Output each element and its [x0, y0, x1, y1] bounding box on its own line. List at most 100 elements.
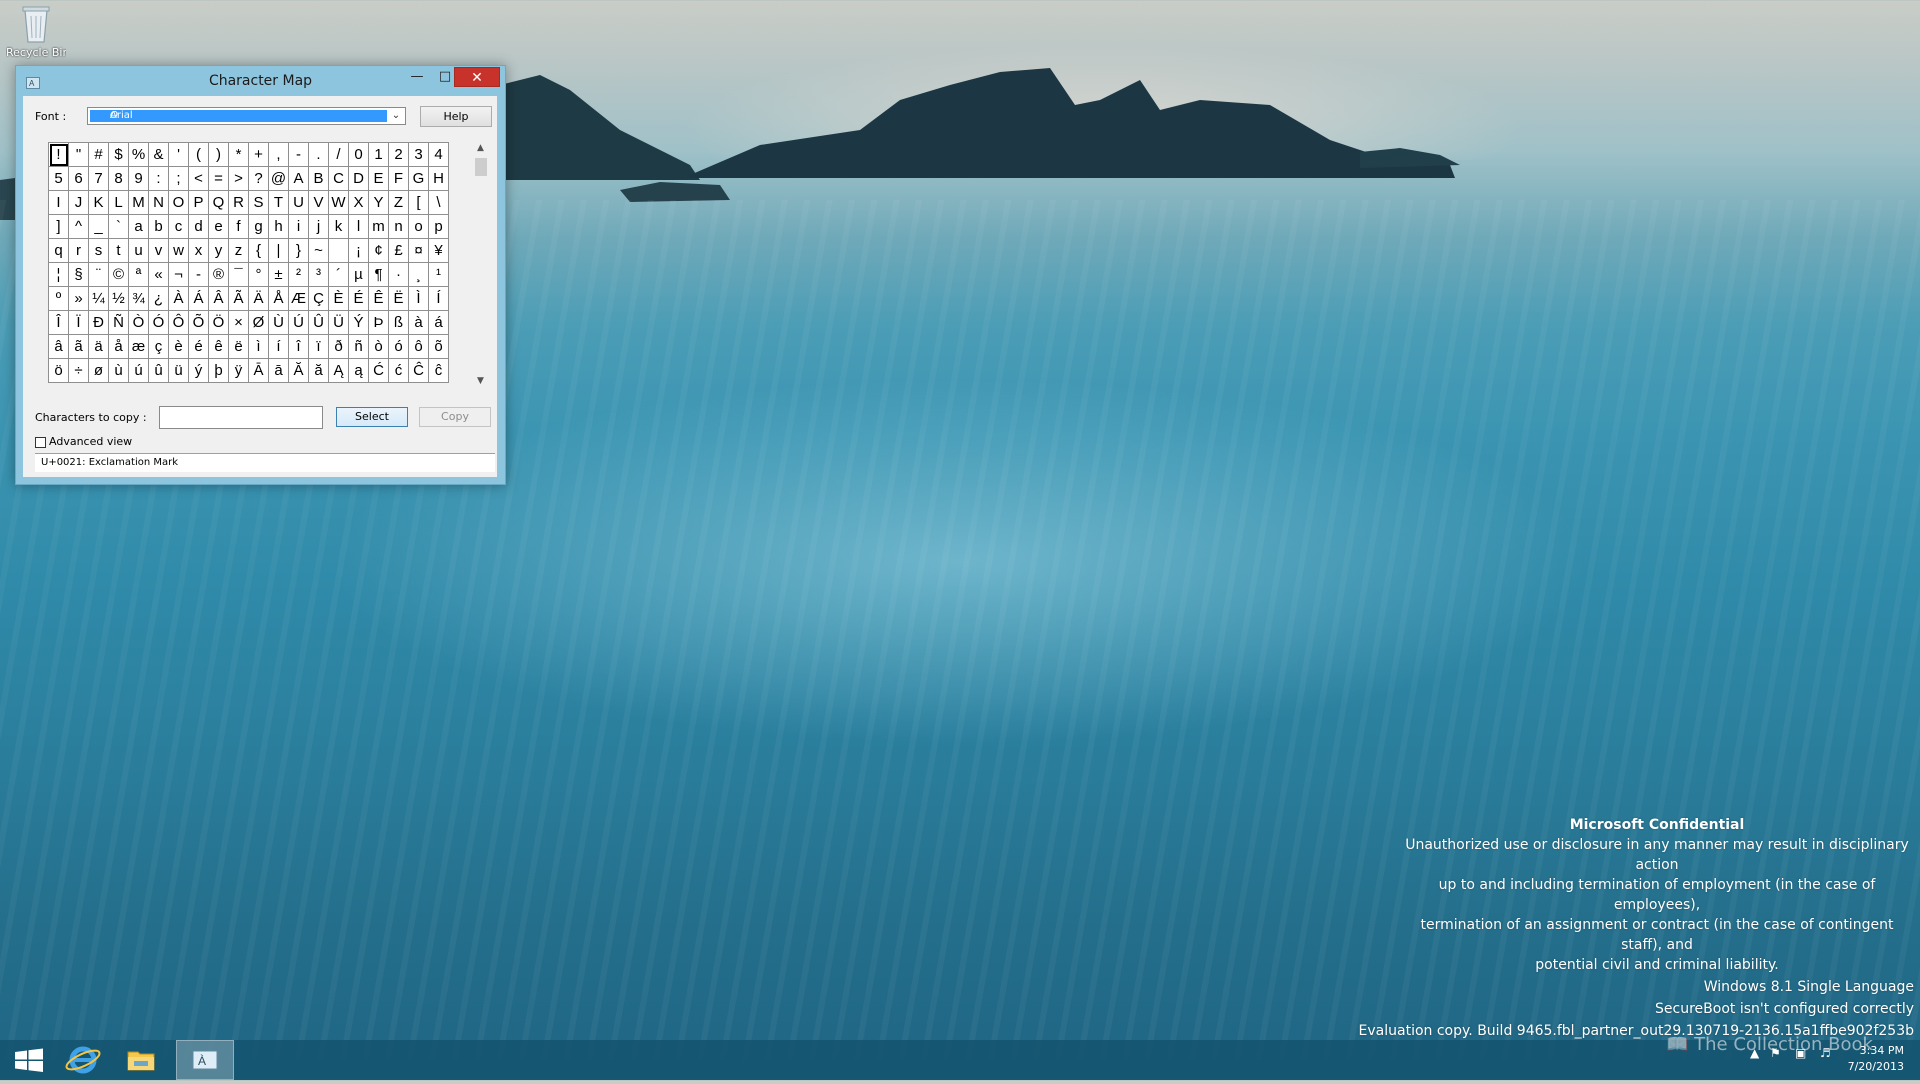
character-cell[interactable]: ¯: [228, 262, 249, 287]
character-cell[interactable]: d: [188, 214, 209, 239]
character-cell[interactable]: à: [408, 310, 429, 335]
character-cell[interactable]: Ì: [408, 286, 429, 311]
character-cell[interactable]: \: [428, 190, 449, 215]
start-button[interactable]: [0, 1040, 58, 1080]
character-cell[interactable]: Ö: [208, 310, 229, 335]
character-map-taskbar-button[interactable]: À: [176, 1040, 234, 1080]
character-cell[interactable]: ×: [228, 310, 249, 335]
character-cell[interactable]: W: [328, 190, 349, 215]
character-cell[interactable]: Ê: [368, 286, 389, 311]
character-cell[interactable]: ~: [308, 238, 329, 263]
character-cell[interactable]: þ: [208, 358, 229, 383]
character-cell[interactable]: ù: [108, 358, 129, 383]
character-cell[interactable]: Ý: [348, 310, 369, 335]
character-cell[interactable]: ö: [48, 358, 69, 383]
character-cell[interactable]: =: [208, 166, 229, 191]
character-cell[interactable]: Ã: [228, 286, 249, 311]
character-cell[interactable]: â: [48, 334, 69, 359]
character-cell[interactable]: -: [288, 142, 309, 167]
character-cell[interactable]: S: [248, 190, 269, 215]
character-cell[interactable]: h: [268, 214, 289, 239]
character-cell[interactable]: [: [408, 190, 429, 215]
character-cell[interactable]: 9: [128, 166, 149, 191]
character-cell[interactable]: C: [328, 166, 349, 191]
character-cell[interactable]: 4: [428, 142, 449, 167]
character-cell[interactable]: ¥: [428, 238, 449, 263]
character-cell[interactable]: v: [148, 238, 169, 263]
character-cell[interactable]: _: [88, 214, 109, 239]
character-cell[interactable]: ´: [328, 262, 349, 287]
character-cell[interactable]: À: [168, 286, 189, 311]
character-cell[interactable]: ÷: [68, 358, 89, 383]
character-cell[interactable]: O: [168, 190, 189, 215]
character-cell[interactable]: «: [148, 262, 169, 287]
character-cell[interactable]: T: [268, 190, 289, 215]
character-cell[interactable]: Ä: [248, 286, 269, 311]
character-cell[interactable]: Ă: [288, 358, 309, 383]
character-cell[interactable]: >: [228, 166, 249, 191]
font-dropdown[interactable]: O Arial ⌄: [87, 107, 406, 125]
character-cell[interactable]: R: [228, 190, 249, 215]
character-cell[interactable]: {: [248, 238, 269, 263]
character-cell[interactable]: z: [228, 238, 249, 263]
character-cell[interactable]: X: [348, 190, 369, 215]
character-cell[interactable]: ®: [208, 262, 229, 287]
checkbox-box[interactable]: [35, 436, 46, 448]
character-cell[interactable]: ¨: [88, 262, 109, 287]
character-cell[interactable]: 6: [68, 166, 89, 191]
character-cell[interactable]: :: [148, 166, 169, 191]
character-cell[interactable]: K: [88, 190, 109, 215]
minimize-button[interactable]: —: [404, 67, 430, 87]
character-grid[interactable]: ! " # $% & '() * +, -./0 1 2 3 4 5 6 7 8 9:; < = >? @ A B C D E F G H…: [48, 142, 449, 383]
character-cell[interactable]: F: [388, 166, 409, 191]
character-cell[interactable]: I: [48, 190, 69, 215]
character-cell[interactable]: Û: [308, 310, 329, 335]
character-cell[interactable]: ¼: [88, 286, 109, 311]
character-cell[interactable]: ð: [328, 334, 349, 359]
character-cell[interactable]: Ò: [128, 310, 149, 335]
character-cell[interactable]: ³: [308, 262, 329, 287]
character-map-window[interactable]: A Character Map — □ ✕ Font : O Arial ⌄ H…: [15, 65, 506, 485]
character-cell[interactable]: î: [288, 334, 309, 359]
character-cell[interactable]: j: [308, 214, 329, 239]
character-cell[interactable]: ¤: [408, 238, 429, 263]
character-cell[interactable]: ø: [88, 358, 109, 383]
character-cell[interactable]: [328, 238, 349, 263]
character-cell[interactable]: m: [368, 214, 389, 239]
character-cell[interactable]: N: [148, 190, 169, 215]
character-cell[interactable]: Ú: [288, 310, 309, 335]
character-cell[interactable]: ã: [68, 334, 89, 359]
character-cell[interactable]: b: [148, 214, 169, 239]
character-cell[interactable]: /: [328, 142, 349, 167]
character-cell[interactable]: ¦: [48, 262, 69, 287]
character-cell[interactable]: Ü: [328, 310, 349, 335]
close-button[interactable]: ✕: [454, 67, 500, 87]
character-cell[interactable]: (: [188, 142, 209, 167]
character-cell[interactable]: Ô: [168, 310, 189, 335]
character-cell[interactable]: ?: [248, 166, 269, 191]
character-cell[interactable]: i: [288, 214, 309, 239]
character-cell[interactable]: ñ: [348, 334, 369, 359]
character-cell[interactable]: n: [388, 214, 409, 239]
character-cell[interactable]: x: [188, 238, 209, 263]
character-cell[interactable]: Æ: [288, 286, 309, 311]
character-cell[interactable]: ": [68, 142, 89, 167]
character-cell[interactable]: Í: [428, 286, 449, 311]
character-cell[interactable]: ©: [108, 262, 129, 287]
character-cell[interactable]: ó: [388, 334, 409, 359]
character-cell[interactable]: D: [348, 166, 369, 191]
character-cell[interactable]: 8: [108, 166, 129, 191]
character-cell[interactable]: 1: [368, 142, 389, 167]
character-cell[interactable]: á: [428, 310, 449, 335]
character-cell[interactable]: Ð: [88, 310, 109, 335]
character-cell[interactable]: H: [428, 166, 449, 191]
character-cell[interactable]: é: [188, 334, 209, 359]
character-cell[interactable]: a: [128, 214, 149, 239]
character-cell[interactable]: ±: [268, 262, 289, 287]
character-cell[interactable]: Q: [208, 190, 229, 215]
character-cell[interactable]: <: [188, 166, 209, 191]
character-cell[interactable]: G: [408, 166, 429, 191]
character-cell[interactable]: A: [288, 166, 309, 191]
character-cell[interactable]: 2: [388, 142, 409, 167]
character-cell[interactable]: c: [168, 214, 189, 239]
